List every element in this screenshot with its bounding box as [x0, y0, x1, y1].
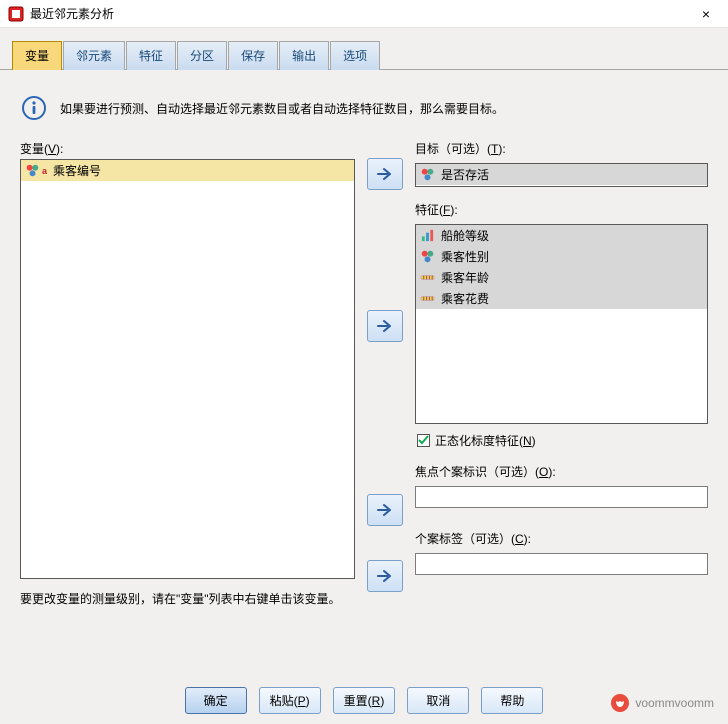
variables-listbox[interactable]: a 乘客编号	[20, 159, 355, 579]
target-label-post: ):	[498, 142, 505, 156]
close-button[interactable]: ×	[692, 4, 720, 24]
nominal-subicon: a	[42, 166, 47, 176]
info-icon	[20, 94, 48, 122]
focal-label-key: O	[539, 465, 548, 479]
list-item[interactable]: 乘客年龄	[416, 267, 707, 288]
normalize-label: 正态化标度特征(N)	[435, 432, 536, 449]
move-to-target-button[interactable]	[367, 158, 403, 190]
paste-button-key: P	[298, 694, 306, 708]
paste-button-post: )	[306, 694, 310, 708]
nominal-icon	[25, 163, 40, 178]
normalize-label-post: )	[532, 434, 536, 448]
list-item-label: 乘客年龄	[441, 269, 489, 286]
move-buttons-column	[363, 140, 407, 592]
title-bar: 最近邻元素分析 ×	[0, 0, 728, 28]
list-item-label: 乘客花费	[441, 290, 489, 307]
caselabel-label-post: ):	[524, 532, 531, 546]
tab-save[interactable]: 保存	[228, 41, 278, 70]
move-to-focal-button[interactable]	[367, 494, 403, 526]
variables-label-post: ):	[56, 142, 63, 156]
window-title: 最近邻元素分析	[30, 5, 692, 22]
target-label-pre: 目标（可选）(	[415, 142, 491, 156]
nominal-icon	[420, 249, 435, 264]
target-listbox[interactable]: 是否存活	[415, 163, 708, 187]
normalize-checkbox[interactable]	[417, 434, 430, 447]
list-item[interactable]: 乘客花费	[416, 288, 707, 309]
scale-icon	[420, 270, 435, 285]
features-label-pre: 特征(	[415, 203, 443, 217]
scale-icon	[420, 291, 435, 306]
caselabel-field[interactable]	[415, 553, 708, 575]
list-item[interactable]: 是否存活	[416, 164, 707, 185]
help-button[interactable]: 帮助	[481, 687, 543, 714]
caselabel-label-key: C	[515, 532, 524, 546]
paste-button-pre: 粘贴(	[270, 694, 298, 708]
focal-label: 焦点个案标识（可选）(O):	[415, 463, 708, 480]
features-label: 特征(F):	[415, 201, 708, 218]
move-to-caselabel-button[interactable]	[367, 560, 403, 592]
caselabel-label-pre: 个案标签（可选）(	[415, 532, 515, 546]
normalize-label-key: N	[523, 434, 532, 448]
info-text: 如果要进行预测、自动选择最近邻元素数目或者自动选择特征数目，那么需要目标。	[60, 100, 504, 117]
focal-field[interactable]	[415, 486, 708, 508]
measurement-hint: 要更改变量的测量级别，请在"变量"列表中右键单击该变量。	[20, 590, 355, 608]
focal-label-pre: 焦点个案标识（可选）(	[415, 465, 539, 479]
ordinal-icon	[420, 228, 435, 243]
right-column: 目标（可选）(T): 是否存活 特征(F):	[415, 140, 708, 575]
dialog-body: 变量 邻元素 特征 分区 保存 输出 选项 如果要进行预测、自动选择最近邻元素数…	[0, 28, 728, 724]
list-item[interactable]: 船舱等级	[416, 225, 707, 246]
watermark-icon	[611, 694, 629, 712]
tab-content: 如果要进行预测、自动选择最近邻元素数目或者自动选择特征数目，那么需要目标。 变量…	[0, 70, 728, 614]
features-listbox[interactable]: 船舱等级 乘客性别 乘客年龄	[415, 224, 708, 424]
tab-output[interactable]: 输出	[279, 41, 329, 70]
list-item[interactable]: 乘客性别	[416, 246, 707, 267]
watermark-text: voommvoomm	[635, 696, 714, 710]
list-item-label: 是否存活	[441, 166, 489, 183]
move-to-features-button[interactable]	[367, 310, 403, 342]
tab-options[interactable]: 选项	[330, 41, 380, 70]
reset-button-pre: 重置(	[344, 694, 372, 708]
focal-label-post: ):	[548, 465, 555, 479]
info-row: 如果要进行预测、自动选择最近邻元素数目或者自动选择特征数目，那么需要目标。	[20, 94, 708, 122]
main-grid: 变量(V): a 乘客编号	[20, 140, 708, 592]
caselabel-label: 个案标签（可选）(C):	[415, 530, 708, 547]
tab-neighbors[interactable]: 邻元素	[63, 41, 125, 70]
list-item-label: 乘客编号	[53, 162, 101, 179]
reset-button[interactable]: 重置(R)	[333, 687, 396, 714]
variables-label-pre: 变量(	[20, 142, 48, 156]
ok-button[interactable]: 确定	[185, 687, 247, 714]
reset-button-post: )	[380, 694, 384, 708]
tab-variables[interactable]: 变量	[12, 41, 62, 70]
normalize-checkbox-row[interactable]: 正态化标度特征(N)	[415, 432, 708, 449]
nominal-icon	[420, 167, 435, 182]
tab-bar: 变量 邻元素 特征 分区 保存 输出 选项	[0, 28, 728, 70]
cancel-button[interactable]: 取消	[407, 687, 469, 714]
variables-label-key: V	[48, 142, 56, 156]
normalize-label-pre: 正态化标度特征(	[435, 434, 523, 448]
list-item-label: 乘客性别	[441, 248, 489, 265]
variables-label: 变量(V):	[20, 140, 355, 157]
list-item[interactable]: a 乘客编号	[21, 160, 354, 181]
list-item-label: 船舱等级	[441, 227, 489, 244]
tab-partition[interactable]: 分区	[177, 41, 227, 70]
watermark: voommvoomm	[611, 694, 714, 712]
paste-button[interactable]: 粘贴(P)	[259, 687, 321, 714]
tab-features[interactable]: 特征	[126, 41, 176, 70]
app-icon	[8, 6, 24, 22]
target-label: 目标（可选）(T):	[415, 140, 708, 157]
variables-section: 变量(V): a 乘客编号	[20, 140, 355, 579]
features-label-post: ):	[450, 203, 457, 217]
